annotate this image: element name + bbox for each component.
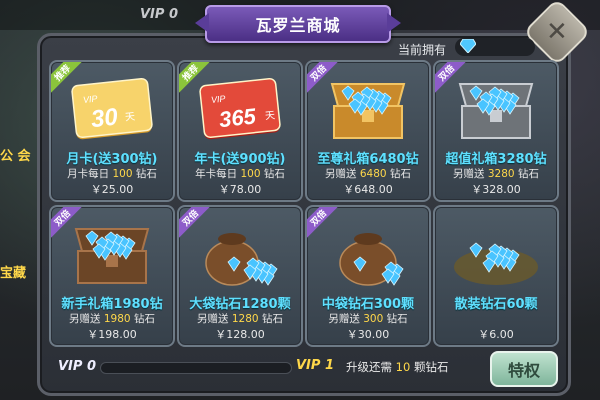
item-name: 月卡(送300钻) [66,152,158,167]
item-price: ￥25.00 [90,183,134,196]
shop-item-card[interactable]: 推荐 VIP 365 天 年卡(送900钻) 年卡每日 100 钻石 ￥78.0… [177,60,303,202]
treasure-side-label[interactable]: 宝藏 [0,262,40,292]
current-vip-label: VIP 0 [58,359,96,374]
vip-card-icon: VIP 365 天 [190,70,290,148]
bonus-amount: 3280 [487,168,515,180]
medium-bag-icon [318,215,418,293]
vip-progress-track [100,362,292,374]
vip-card-days: 30 [90,103,120,133]
wood-chest-icon [62,215,162,293]
vip-card-icon: VIP 30 天 [62,70,162,148]
item-bonus: 年卡每日 100 钻石 [179,166,301,181]
close-icon: ✕ [546,16,568,47]
bonus-amount: 1980 [103,313,131,325]
bonus-amount: 100 [112,168,133,180]
diamond-icon [460,39,476,53]
svg-text:天: 天 [264,110,275,122]
next-vip-label: VIP 1 [296,358,334,373]
shop-item-card[interactable]: 双倍 大袋钻石1280颗 另赠送 1280 钻石 ￥128.00 [177,205,303,347]
item-bonus: 月卡每日 100 钻石 [51,166,173,181]
bonus-amount: 1280 [231,313,259,325]
bonus-suffix: 钻石 [386,313,408,325]
bonus-prefix: 另赠送 [453,168,485,180]
bonus-suffix: 钻石 [135,168,157,180]
item-price: ￥30.00 [346,328,390,341]
upgrade-prefix: 升级还需 [346,360,392,374]
vip-card-days: 365 [218,103,258,132]
item-price: ￥6.00 [478,328,514,341]
upgrade-amount: 10 [395,360,411,374]
shop-item-card[interactable]: 双倍 至尊礼箱6480钻 另赠送 6480 钻石 ￥648.00 [305,60,431,202]
shop-item-card[interactable]: 散装钻石60颗 ￥6.00 [433,205,559,347]
bonus-suffix: 钻石 [517,168,539,180]
upgrade-requirement: 升级还需 10 颗钻石 [346,359,448,375]
bonus-prefix: 另赠送 [69,313,101,325]
bonus-prefix: 月卡每日 [67,168,110,180]
gem-pile-icon [446,215,546,293]
shop-title: 瓦罗兰商城 [205,5,391,43]
bonus-suffix: 钻石 [261,313,283,325]
shop-item-card[interactable]: 推荐 VIP 30 天 月卡(送300钻) 月卡每日 100 钻石 ￥25.00 [49,60,175,202]
item-price: ￥198.00 [87,328,137,341]
item-price: ￥78.00 [218,183,262,196]
bonus-suffix: 钻石 [263,168,285,180]
bonus-prefix: 另赠送 [197,313,229,325]
bonus-amount: 300 [363,313,384,325]
item-name: 至尊礼箱6480钻 [317,152,419,167]
guild-side-label[interactable]: 公 会 [0,145,40,185]
item-name: 散装钻石60颗 [454,297,538,312]
item-name: 中袋钻石300颗 [321,297,415,312]
item-price: ￥648.00 [343,183,393,196]
bonus-prefix: 另赠送 [328,313,360,325]
item-bonus: 另赠送 6480 钻石 [307,166,429,181]
shop-item-card[interactable]: 双倍 超值礼箱3280钻 另赠送 3280 钻石 ￥328.00 [433,60,559,202]
item-name: 年卡(送900钻) [194,152,286,167]
item-price: ￥328.00 [471,183,521,196]
large-bag-icon [190,215,290,293]
item-bonus: 另赠送 1280 钻石 [179,311,301,326]
item-name: 新手礼箱1980钻 [61,297,163,312]
item-name: 超值礼箱3280钻 [445,152,547,167]
item-bonus: 另赠送 1980 钻石 [51,311,173,326]
upgrade-suffix: 颗钻石 [413,360,449,374]
vip-progress-bar: VIP 0 VIP 1 升级还需 10 颗钻石 特权 [48,350,558,387]
bonus-prefix: 年卡每日 [195,168,238,180]
bonus-suffix: 钻石 [389,168,411,180]
silver-chest-icon [446,70,546,148]
item-price: ￥128.00 [215,328,265,341]
privilege-button[interactable]: 特权 [490,351,558,387]
svg-text:VIP: VIP [82,93,97,104]
shop-item-card[interactable]: 双倍 中袋钻石300颗 另赠送 300 钻石 ￥30.00 [305,205,431,347]
svg-text:VIP: VIP [210,93,225,104]
bonus-amount: 100 [240,168,261,180]
bonus-prefix: 另赠送 [325,168,357,180]
bonus-suffix: 钻石 [133,313,155,325]
item-bonus: 另赠送 3280 钻石 [435,166,557,181]
gold-chest-icon [318,70,418,148]
item-bonus: 另赠送 300 钻石 [307,311,429,326]
item-name: 大袋钻石1280颗 [189,297,291,312]
top-vip-label: VIP 0 [140,7,178,22]
svg-text:天: 天 [125,112,136,124]
owned-label: 当前拥有 [398,43,447,57]
shop-item-card[interactable]: 双倍 新手礼箱1980钻 另赠送 1980 钻石 ￥198.00 [49,205,175,347]
bonus-amount: 6480 [359,168,387,180]
